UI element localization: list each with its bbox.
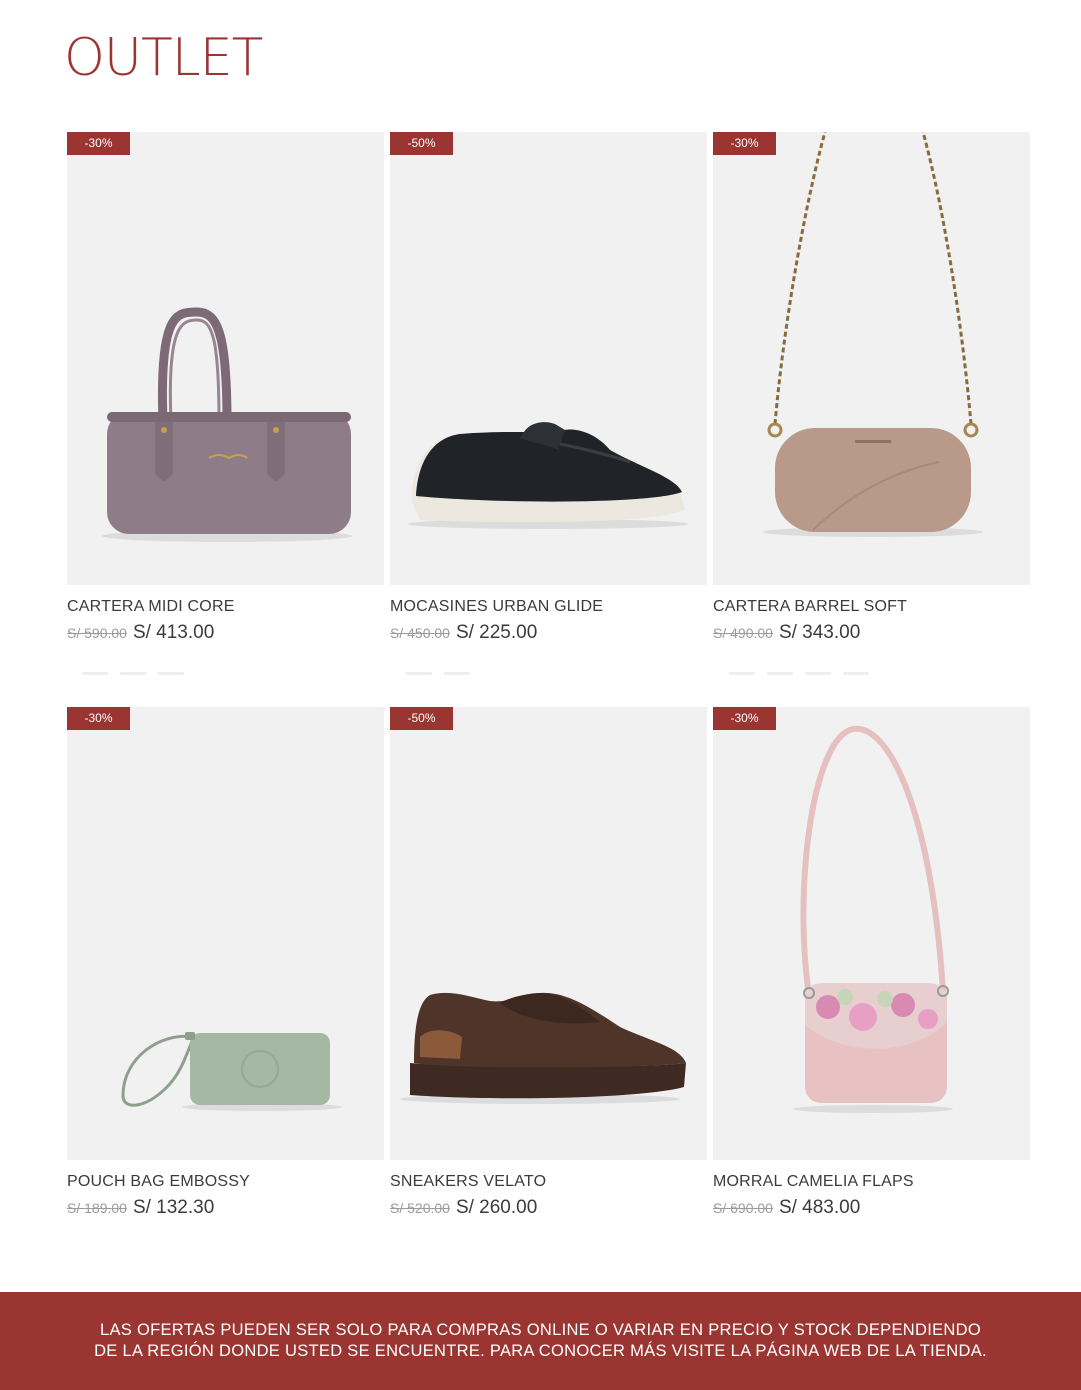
product-image[interactable]: -30% bbox=[67, 707, 384, 1160]
product-card[interactable]: -50% MOCASINES URBAN GLIDE S/ 450.00 S/ … bbox=[390, 132, 707, 644]
sale-price: S/ 483.00 bbox=[778, 1197, 861, 1218]
color-swatches bbox=[82, 672, 184, 675]
color-swatches bbox=[406, 672, 470, 675]
original-price: S/ 189.00 bbox=[67, 1200, 127, 1216]
sale-price: S/ 260.00 bbox=[455, 1197, 538, 1218]
product-price: S/ 189.00 S/ 132.30 bbox=[67, 1197, 384, 1219]
color-swatch[interactable] bbox=[729, 672, 755, 675]
product-card[interactable]: -50% SNEAKERS VELATO S/ 520.00 S/ 260.00 bbox=[390, 707, 707, 1219]
sale-price: S/ 343.00 bbox=[778, 622, 861, 643]
product-card[interactable]: -30% CARTERA BARREL SOFT S/ 490.00 S/ 34… bbox=[713, 132, 1030, 644]
green-wristlet-image bbox=[121, 1032, 342, 1111]
product-card[interactable]: -30% MORRAL CAMELIA FLAPS S/ 690.00 S/ 4… bbox=[713, 707, 1030, 1219]
product-name[interactable]: MOCASINES URBAN GLIDE bbox=[390, 598, 707, 616]
product-image[interactable]: -50% bbox=[390, 707, 707, 1160]
brown-sneaker-image bbox=[400, 992, 686, 1104]
product-price: S/ 520.00 S/ 260.00 bbox=[390, 1197, 707, 1219]
color-swatch[interactable] bbox=[120, 672, 146, 675]
color-swatch[interactable] bbox=[444, 672, 470, 675]
color-swatch[interactable] bbox=[767, 672, 793, 675]
color-swatch[interactable] bbox=[82, 672, 108, 675]
sale-price: S/ 413.00 bbox=[132, 622, 215, 643]
color-swatch[interactable] bbox=[805, 672, 831, 675]
color-swatch[interactable] bbox=[406, 672, 432, 675]
pink-floral-crossbody-image bbox=[793, 725, 953, 1113]
page-title: OUTLET bbox=[64, 28, 263, 88]
discount-badge: -50% bbox=[390, 132, 453, 155]
product-name[interactable]: CARTERA BARREL SOFT bbox=[713, 598, 1030, 616]
product-price: S/ 590.00 S/ 413.00 bbox=[67, 622, 384, 644]
color-swatches bbox=[729, 672, 869, 675]
discount-badge: -30% bbox=[713, 707, 776, 730]
discount-badge: -50% bbox=[390, 707, 453, 730]
original-price: S/ 590.00 bbox=[67, 625, 127, 641]
original-price: S/ 450.00 bbox=[390, 625, 450, 641]
product-image[interactable]: -30% bbox=[713, 132, 1030, 585]
beige-barrel-bag-image bbox=[763, 132, 983, 537]
product-price: S/ 690.00 S/ 483.00 bbox=[713, 1197, 1030, 1219]
lilac-handbag-image bbox=[102, 307, 352, 542]
disclaimer-banner: LAS OFERTAS PUEDEN SER SOLO PARA COMPRAS… bbox=[0, 1292, 1081, 1390]
product-card[interactable]: -30% CARTERA MIDI CORE S/ 590.00 S/ 413.… bbox=[67, 132, 384, 644]
sale-price: S/ 225.00 bbox=[455, 622, 538, 643]
product-price: S/ 490.00 S/ 343.00 bbox=[713, 622, 1030, 644]
discount-badge: -30% bbox=[713, 132, 776, 155]
product-name[interactable]: SNEAKERS VELATO bbox=[390, 1173, 707, 1191]
original-price: S/ 490.00 bbox=[713, 625, 773, 641]
product-image[interactable]: -30% bbox=[713, 707, 1030, 1160]
product-image[interactable]: -50% bbox=[390, 132, 707, 585]
product-card[interactable]: -30% POUCH BAG EMBOSSY S/ 189.00 S/ 132.… bbox=[67, 707, 384, 1219]
product-price: S/ 450.00 S/ 225.00 bbox=[390, 622, 707, 644]
color-swatch[interactable] bbox=[843, 672, 869, 675]
black-loafer-image bbox=[408, 422, 688, 529]
disclaimer-line: DE LA REGIÓN DONDE USTED SE ENCUENTRE. P… bbox=[94, 1342, 987, 1360]
original-price: S/ 520.00 bbox=[390, 1200, 450, 1216]
product-image[interactable]: -30% bbox=[67, 132, 384, 585]
product-name[interactable]: POUCH BAG EMBOSSY bbox=[67, 1173, 384, 1191]
discount-badge: -30% bbox=[67, 132, 130, 155]
color-swatch[interactable] bbox=[158, 672, 184, 675]
product-name[interactable]: MORRAL CAMELIA FLAPS bbox=[713, 1173, 1030, 1191]
sale-price: S/ 132.30 bbox=[132, 1197, 215, 1218]
disclaimer-line: LAS OFERTAS PUEDEN SER SOLO PARA COMPRAS… bbox=[100, 1321, 981, 1339]
product-name[interactable]: CARTERA MIDI CORE bbox=[67, 598, 384, 616]
discount-badge: -30% bbox=[67, 707, 130, 730]
original-price: S/ 690.00 bbox=[713, 1200, 773, 1216]
